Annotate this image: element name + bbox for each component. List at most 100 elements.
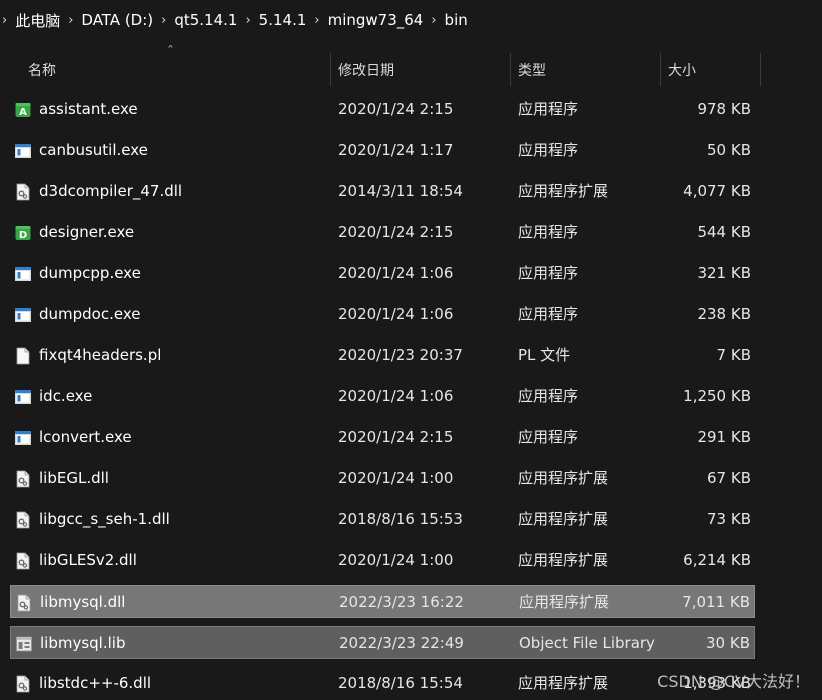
dll-gear-file-icon	[15, 594, 33, 612]
file-size: 7 KB	[716, 346, 751, 364]
dll-gear-file-icon	[14, 470, 32, 488]
file-modified-date: 2022/3/23 16:22	[339, 593, 464, 611]
dll-gear-file-icon	[14, 511, 32, 529]
breadcrumb-mingw73-64[interactable]: mingw73_64	[328, 11, 424, 29]
file-type: 应用程序	[518, 428, 579, 446]
file-modified-date: 2020/1/24 1:06	[338, 387, 454, 405]
file-name: libmysql.dll	[40, 593, 126, 611]
file-row[interactable]: libmysql.lib 2022/3/23 22:49 Object File L…	[10, 626, 755, 659]
file-size: 544 KB	[697, 223, 751, 241]
file-name: canbusutil.exe	[39, 141, 148, 159]
file-row[interactable]: libstdc++-6.dll 2018/8/16 15:54 应用程序扩展 1,39…	[10, 667, 755, 700]
breadcrumb-this-pc[interactable]: 此电脑	[15, 10, 60, 31]
file-row[interactable]: canbusutil.exe 2020/1/24 1:17 应用程序 50 KB	[10, 134, 755, 167]
chevron-right-icon[interactable]: ›	[306, 13, 327, 28]
file-row[interactable]: libGLESv2.dll 2020/1/24 1:00 应用程序扩展 6,214 K…	[10, 544, 755, 577]
file-modified-date: 2022/3/23 22:49	[339, 634, 464, 652]
file-name: libEGL.dll	[39, 469, 109, 487]
file-type: 应用程序扩展	[519, 593, 610, 611]
application-window-icon	[14, 142, 32, 160]
file-modified-date: 2020/1/24 2:15	[338, 100, 454, 118]
file-name: idc.exe	[39, 387, 93, 405]
file-name: designer.exe	[39, 223, 135, 241]
chevron-right-icon[interactable]: ›	[60, 13, 81, 28]
file-modified-date: 2020/1/24 1:17	[338, 141, 454, 159]
file-size: 7,011 KB	[682, 593, 750, 611]
column-divider[interactable]	[760, 53, 761, 86]
file-size: 4,077 KB	[683, 182, 751, 200]
file-type: 应用程序	[518, 141, 579, 159]
svg-text:D: D	[19, 230, 27, 241]
watermark-text: CSDN @CV大法好！	[657, 672, 810, 691]
file-name: fixqt4headers.pl	[39, 346, 162, 364]
file-modified-date: 2020/1/24 1:00	[338, 551, 454, 569]
address-breadcrumb: › 此电脑 › DATA (D:) › qt5.14.1 › 5.14.1 › …	[0, 0, 822, 40]
column-divider[interactable]	[660, 53, 661, 86]
file-name: libgcc_s_seh-1.dll	[39, 510, 170, 528]
file-modified-date: 2020/1/24 1:00	[338, 469, 454, 487]
chevron-right-icon[interactable]: ›	[423, 13, 444, 28]
column-divider[interactable]	[510, 53, 511, 86]
column-header-name[interactable]: 名称	[28, 53, 328, 86]
file-row[interactable]: dumpdoc.exe 2020/1/24 1:06 应用程序 238 KB	[10, 298, 755, 331]
file-modified-date: 2020/1/24 1:06	[338, 264, 454, 282]
file-type: 应用程序扩展	[518, 551, 609, 569]
file-type: 应用程序	[518, 100, 579, 118]
file-size: 50 KB	[707, 141, 751, 159]
library-file-icon	[15, 635, 33, 653]
file-row[interactable]: dumpcpp.exe 2020/1/24 1:06 应用程序 321 KB	[10, 257, 755, 290]
file-size: 238 KB	[697, 305, 751, 323]
designer-app-icon: D	[14, 224, 32, 242]
file-modified-date: 2020/1/24 2:15	[338, 428, 454, 446]
column-header-row: 名称 修改日期 类型 大小	[0, 53, 822, 86]
assistant-app-icon: A	[14, 101, 32, 119]
file-type: Object File Library	[519, 634, 655, 652]
file-type: 应用程序	[518, 264, 579, 282]
application-window-icon	[14, 306, 32, 324]
column-divider[interactable]	[330, 53, 331, 86]
column-header-date[interactable]: 修改日期	[338, 53, 508, 86]
blank-file-icon	[14, 347, 32, 365]
application-window-icon	[14, 388, 32, 406]
breadcrumb-qt5141[interactable]: qt5.14.1	[174, 11, 237, 29]
file-row[interactable]: idc.exe 2020/1/24 1:06 应用程序 1,250 KB	[10, 380, 755, 413]
breadcrumb-5141[interactable]: 5.14.1	[259, 11, 307, 29]
dll-gear-file-icon	[14, 675, 32, 693]
file-type: 应用程序	[518, 223, 579, 241]
file-name: dumpcpp.exe	[39, 264, 141, 282]
file-name: d3dcompiler_47.dll	[39, 182, 183, 200]
file-name: assistant.exe	[39, 100, 138, 118]
file-type: 应用程序	[518, 305, 579, 323]
chevron-right-icon[interactable]: ›	[237, 13, 258, 28]
chevron-right-icon[interactable]: ›	[0, 13, 15, 28]
application-window-icon	[14, 265, 32, 283]
file-size: 1,250 KB	[683, 387, 751, 405]
file-row[interactable]: fixqt4headers.pl 2020/1/23 20:37 PL 文件 7 KB	[10, 339, 755, 372]
file-name: lconvert.exe	[39, 428, 132, 446]
column-header-type[interactable]: 类型	[518, 53, 658, 86]
file-size: 6,214 KB	[683, 551, 751, 569]
file-type: 应用程序扩展	[518, 674, 609, 692]
file-size: 978 KB	[697, 100, 751, 118]
file-name: libmysql.lib	[40, 634, 126, 652]
file-type: 应用程序	[518, 387, 579, 405]
file-row[interactable]: libEGL.dll 2020/1/24 1:00 应用程序扩展 67 KB	[10, 462, 755, 495]
chevron-right-icon[interactable]: ›	[153, 13, 174, 28]
file-modified-date: 2018/8/16 15:53	[338, 510, 463, 528]
breadcrumb-data-drive[interactable]: DATA (D:)	[81, 11, 153, 29]
svg-text:A: A	[19, 107, 27, 118]
file-row[interactable]: d3dcompiler_47.dll 2014/3/11 18:54 应用程序扩展 4…	[10, 175, 755, 208]
file-row[interactable]: Ddesigner.exe 2020/1/24 2:15 应用程序 544 KB	[10, 216, 755, 249]
file-modified-date: 2020/1/24 1:06	[338, 305, 454, 323]
file-type: 应用程序扩展	[518, 182, 609, 200]
breadcrumb-bin[interactable]: bin	[445, 11, 468, 29]
file-row[interactable]: Aassistant.exe 2020/1/24 2:15 应用程序 978 KB	[10, 93, 755, 126]
file-row[interactable]: lconvert.exe 2020/1/24 2:15 应用程序 291 KB	[10, 421, 755, 454]
file-row[interactable]: libmysql.dll 2022/3/23 16:22 应用程序扩展 7,011 K…	[10, 585, 755, 618]
file-size: 321 KB	[697, 264, 751, 282]
file-size: 67 KB	[707, 469, 751, 487]
file-type: PL 文件	[518, 346, 571, 364]
file-row[interactable]: libgcc_s_seh-1.dll 2018/8/16 15:53 应用程序扩展 7…	[10, 503, 755, 536]
column-header-size[interactable]: 大小	[668, 53, 758, 86]
file-type: 应用程序扩展	[518, 469, 609, 487]
